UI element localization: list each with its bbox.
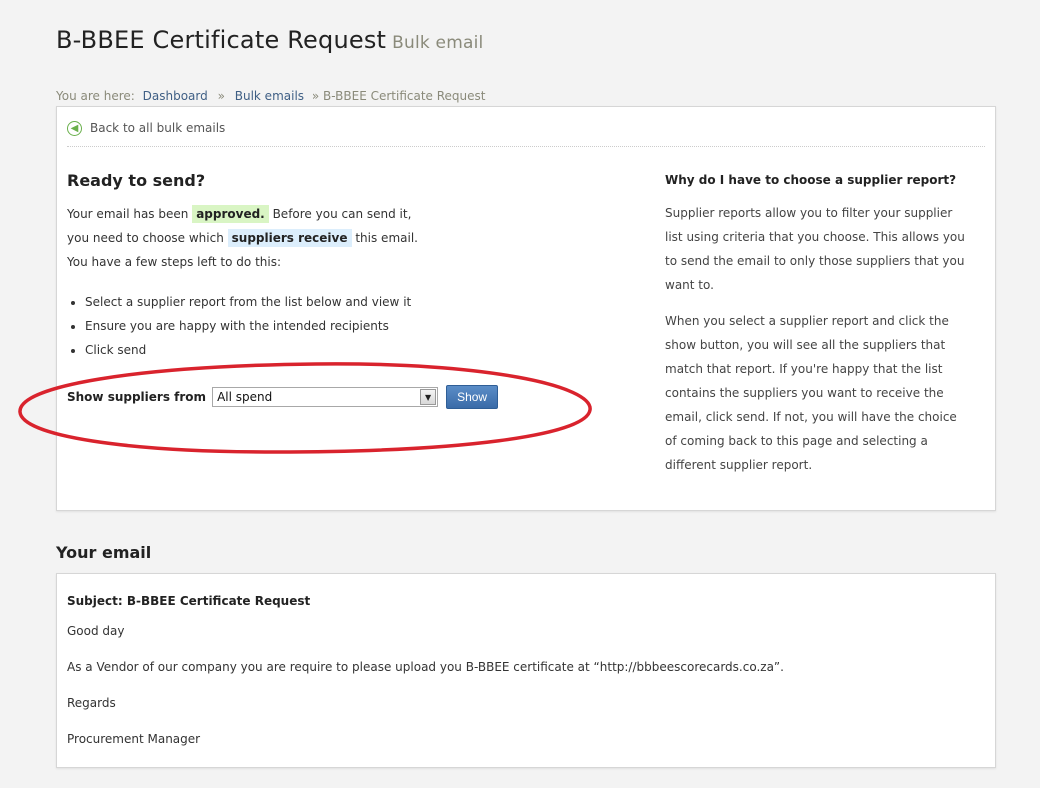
breadcrumb-dashboard-link[interactable]: Dashboard: [143, 89, 208, 103]
list-item: Ensure you are happy with the intended r…: [85, 314, 627, 338]
suppliers-receive-highlight: suppliers receive: [227, 229, 352, 247]
breadcrumb: You are here: Dashboard » Bulk emails » …: [56, 89, 485, 103]
your-email-heading: Your email: [56, 543, 152, 562]
steps-list: Select a supplier report from the list b…: [85, 290, 627, 362]
email-preview-panel: Subject: B-BBEE Certificate Request Good…: [56, 573, 996, 768]
red-highlight-ellipse: [18, 362, 592, 454]
email-content: Subject: B-BBEE Certificate Request Good…: [67, 594, 977, 768]
email-greeting: Good day: [67, 624, 125, 638]
help-paragraph-1: Supplier reports allow you to filter you…: [665, 206, 965, 292]
ready-line-2: you need to choose which suppliers recei…: [67, 229, 418, 247]
help-title: Why do I have to choose a supplier repor…: [665, 173, 957, 187]
help-section: Why do I have to choose a supplier repor…: [665, 173, 965, 489]
ready-title: Ready to send?: [67, 171, 206, 190]
email-signoff: Regards: [67, 696, 116, 710]
back-to-bulk-emails-link[interactable]: Back to all bulk emails: [90, 121, 225, 135]
breadcrumb-bulk-emails-link[interactable]: Bulk emails: [235, 89, 304, 103]
help-paragraph-2: When you select a supplier report and cl…: [665, 314, 957, 472]
email-subject: Subject: B-BBEE Certificate Request: [67, 594, 311, 608]
breadcrumb-current: » B-BBEE Certificate Request: [311, 89, 486, 103]
email-signature: Procurement Manager: [67, 732, 201, 746]
approved-highlight: approved.: [192, 205, 269, 223]
email-body: As a Vendor of our company you are requi…: [67, 660, 784, 674]
list-item: Select a supplier report from the list b…: [85, 290, 627, 314]
back-arrow-icon[interactable]: ◀: [67, 121, 82, 136]
ready-line-3: You have a few steps left to do this:: [67, 255, 282, 269]
breadcrumb-prefix: You are here:: [56, 89, 135, 103]
page-subtitle: Bulk email: [392, 33, 484, 53]
ready-section: Ready to send? Your email has been appro…: [67, 171, 627, 409]
page-title: B-BBEE Certificate Request Bulk email: [56, 26, 484, 54]
breadcrumb-separator: »: [217, 89, 225, 103]
ready-line-1: Your email has been approved. Before you…: [67, 205, 412, 223]
list-item: Click send: [85, 338, 627, 362]
back-row: ◀ Back to all bulk emails: [67, 121, 985, 147]
